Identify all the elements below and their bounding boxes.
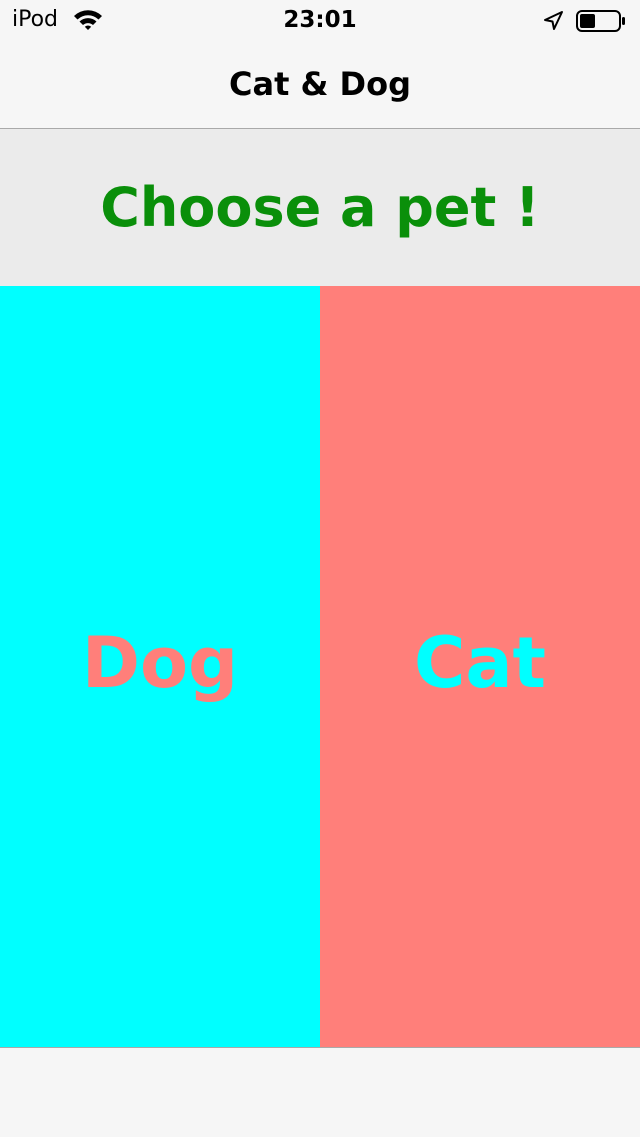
cat-button[interactable]: Cat bbox=[320, 286, 640, 1047]
navigation-bar: Cat & Dog bbox=[0, 40, 640, 129]
nav-title: Cat & Dog bbox=[228, 65, 411, 103]
dog-button[interactable]: Dog bbox=[0, 286, 320, 1047]
choose-pet-heading: Choose a pet ! bbox=[100, 176, 540, 239]
status-bar: iPod 23:01 bbox=[0, 0, 640, 40]
prompt-banner: Choose a pet ! bbox=[0, 129, 640, 286]
bottom-toolbar bbox=[0, 1047, 640, 1137]
cat-label: Cat bbox=[413, 622, 547, 704]
dog-label: Dog bbox=[81, 622, 239, 704]
battery-icon bbox=[576, 10, 625, 32]
location-arrow-icon bbox=[544, 11, 563, 30]
